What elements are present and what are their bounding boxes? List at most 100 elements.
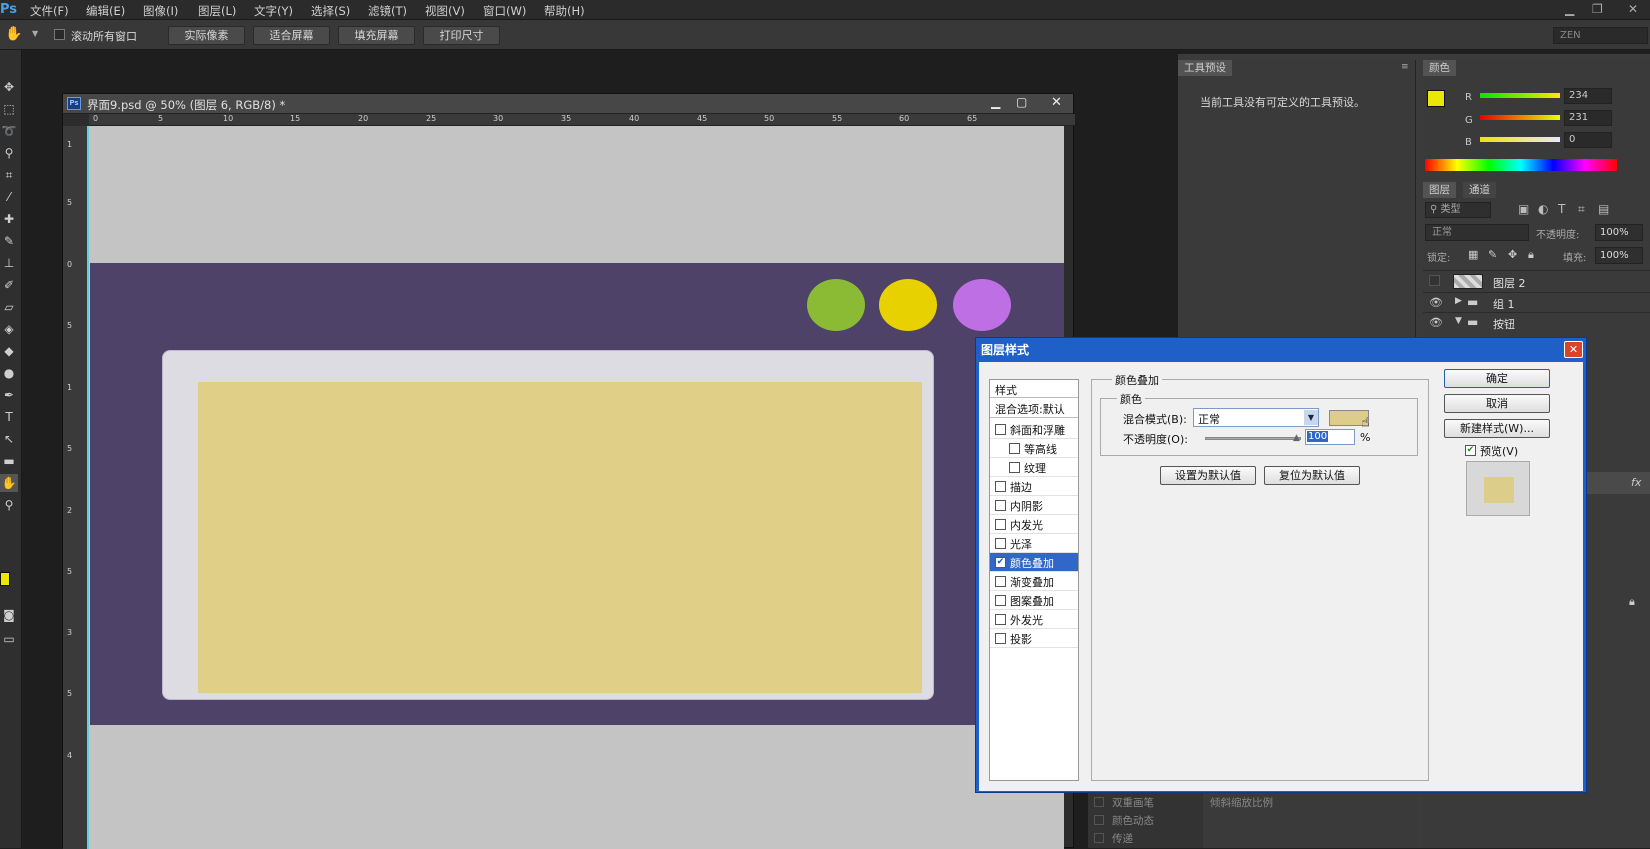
app-close-icon[interactable]: ✕ [1628,2,1638,16]
layer-filter-dropdown[interactable]: ⚲ 类型 [1425,202,1491,218]
menu-edit[interactable]: 编辑(E) [86,3,125,19]
style-item[interactable]: 外发光 [990,610,1078,629]
menu-image[interactable]: 图像(I) [143,3,178,19]
tab-color[interactable]: 颜色 [1423,60,1456,76]
style-item[interactable]: 图案叠加 [990,591,1078,610]
menu-help[interactable]: 帮助(H) [544,3,585,19]
style-item[interactable]: 投影 [990,629,1078,648]
menu-window[interactable]: 窗口(W) [483,3,526,19]
menu-filter[interactable]: 滤镜(T) [368,3,407,19]
filter-shape-icon[interactable]: ⌗ [1578,202,1585,217]
filter-smart-icon[interactable]: ▤ [1598,202,1609,216]
document-title-bar[interactable]: Ps 界面9.psd @ 50% (图层 6, RGB/8) * ▁ ▢ ✕ [63,94,1073,114]
opacity-input[interactable]: 100% [1595,224,1643,241]
crop-tool-icon[interactable]: ⌗ [0,166,18,184]
eraser-tool-icon[interactable]: ▱ [0,298,18,316]
path-select-tool-icon[interactable]: ↖ [0,430,18,448]
layer-row[interactable]: 图层 2 [1423,270,1650,292]
doc-restore-icon[interactable]: ▢ [1016,95,1027,109]
eyedropper-tool-icon[interactable]: ⁄ [0,188,18,206]
opacity-slider-track[interactable] [1205,437,1301,440]
style-item[interactable]: 斜面和浮雕 [990,420,1078,439]
collapse-arrow-icon[interactable]: ▼ [1455,316,1462,326]
cancel-button[interactable]: 取消 [1444,394,1550,413]
style-checkbox[interactable] [995,481,1006,492]
visibility-toggle[interactable] [1429,275,1440,286]
move-tool-icon[interactable]: ✥ [0,78,18,96]
lock-pixels-icon[interactable]: ▦ [1468,248,1478,261]
tool-preset-dropdown-icon[interactable]: ▼ [32,29,38,38]
tab-channels[interactable]: 通道 [1463,182,1496,198]
history-brush-tool-icon[interactable]: ✐ [0,276,18,294]
b-slider[interactable] [1480,137,1560,142]
ok-button[interactable]: 确定 [1444,369,1550,388]
marquee-tool-icon[interactable]: ⬚ [0,100,18,118]
paint-bucket-tool-icon[interactable]: ◈ [0,320,18,338]
lasso-tool-icon[interactable]: ➰ [0,122,18,140]
style-checkbox[interactable] [995,424,1006,435]
style-item[interactable]: 渐变叠加 [990,572,1078,591]
style-item[interactable]: 等高线 [990,439,1078,458]
tab-layers[interactable]: 图层 [1423,182,1456,198]
opacity-slider-thumb[interactable]: ▲ [1293,433,1300,443]
zoom-tool-icon[interactable]: ⚲ [0,496,18,514]
menu-select[interactable]: 选择(S) [311,3,350,19]
style-item[interactable]: 光泽 [990,534,1078,553]
shape-tool-icon[interactable]: ▬ [0,452,18,470]
chevron-down-icon[interactable]: ▼ [1304,410,1318,425]
transfer-checkbox[interactable] [1094,833,1104,843]
preview-checkbox[interactable]: ✔ [1465,445,1476,456]
lock-brush-icon[interactable]: ✎ [1488,248,1497,261]
tab-tool-presets[interactable]: 工具预设 [1178,60,1232,76]
actual-pixels-button[interactable]: 实际像素 [168,26,245,45]
style-checkbox[interactable] [995,519,1006,530]
r-value-input[interactable]: 234 [1564,88,1612,104]
fx-icon[interactable]: fx [1631,476,1641,489]
color-foreground-swatch[interactable] [1427,90,1445,107]
menu-type[interactable]: 文字(Y) [254,3,293,19]
blend-options-item[interactable]: 混合选项:默认 [990,398,1078,418]
pen-tool-icon[interactable]: ✒ [0,386,18,404]
style-item[interactable]: 内阴影 [990,496,1078,515]
hand-tool-icon[interactable]: ✋ [0,474,18,492]
dual-brush-checkbox[interactable] [1094,797,1104,807]
style-item[interactable]: ✔ 颜色叠加 [990,553,1078,572]
blend-mode-select[interactable]: 正常 ▼ [1193,408,1319,427]
stamp-tool-icon[interactable]: ⊥ [0,254,18,272]
blend-mode-dropdown[interactable]: 正常 [1425,224,1529,241]
style-checkbox[interactable] [995,633,1006,644]
doc-minimize-icon[interactable]: ▁ [991,95,1000,109]
scroll-all-checkbox[interactable] [54,29,65,40]
filter-adjust-icon[interactable]: ◐ [1538,202,1548,216]
dodge-tool-icon[interactable]: ● [0,364,18,382]
set-default-button[interactable]: 设置为默认值 [1160,466,1256,485]
style-checkbox[interactable] [995,614,1006,625]
layer-row[interactable]: 👁︎ ▶ ▬ 组 1 [1423,292,1650,312]
layer-row[interactable]: 👁︎ ▼ ▬ 按钮 [1423,312,1650,332]
healing-tool-icon[interactable]: ✚ [0,210,18,228]
lock-move-icon[interactable]: ✥ [1508,248,1517,261]
style-item[interactable]: 纹理 [990,458,1078,477]
filter-image-icon[interactable]: ▣ [1518,202,1529,216]
app-restore-icon[interactable]: ❐ [1592,2,1603,16]
workspace-switcher[interactable]: ZEN [1553,27,1648,44]
doc-close-icon[interactable]: ✕ [1051,95,1062,110]
menu-file[interactable]: 文件(F) [30,3,69,19]
g-value-input[interactable]: 231 [1564,110,1612,126]
fill-input[interactable]: 100% [1595,247,1643,264]
styles-header[interactable]: 样式 [990,380,1078,398]
app-minimize-icon[interactable]: ▁ [1565,2,1574,16]
print-size-button[interactable]: 打印尺寸 [423,26,500,45]
r-slider[interactable] [1480,93,1560,98]
style-checkbox[interactable] [1009,462,1020,473]
menu-layer[interactable]: 图层(L) [198,3,236,19]
eye-icon[interactable]: 👁︎ [1429,296,1443,309]
screen-mode-icon[interactable]: ▭ [0,630,18,648]
eye-icon[interactable]: 👁︎ [1429,316,1443,329]
quick-mask-icon[interactable]: ◙ [0,606,18,624]
type-tool-icon[interactable]: T [0,408,18,426]
expand-arrow-icon[interactable]: ▶ [1455,296,1462,306]
style-checkbox[interactable] [995,538,1006,549]
new-style-button[interactable]: 新建样式(W)... [1444,419,1550,438]
canvas[interactable] [87,126,1064,849]
